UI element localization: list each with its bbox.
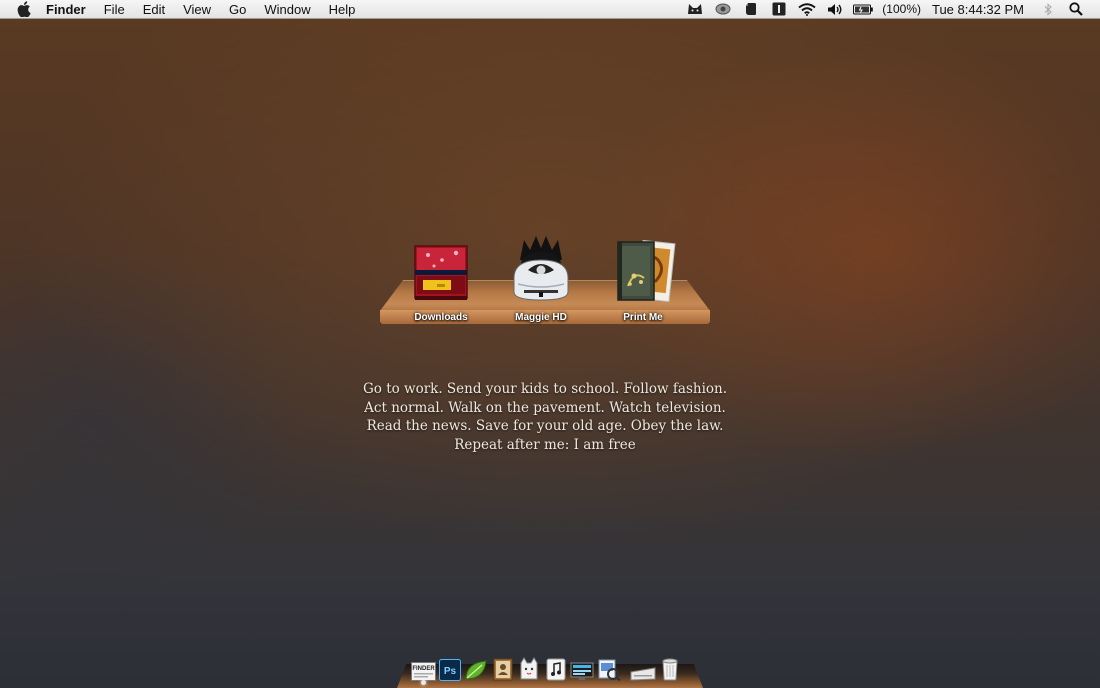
quote-line: Read the news. Save for your old age. Ob… (366, 418, 724, 435)
status-menu-area: (100%) Tue 8:44:32 PM (681, 0, 1100, 19)
volume-icon[interactable] (821, 0, 849, 19)
quote-line: Repeat after me: I am free (454, 437, 636, 454)
wifi-icon[interactable] (793, 0, 821, 19)
evernote-icon[interactable] (737, 0, 765, 19)
leaf-icon[interactable] (463, 655, 490, 681)
quote-line: Go to work. Send your kids to school. Fo… (362, 381, 727, 397)
menu-view[interactable]: View (174, 0, 220, 19)
menu-go[interactable]: Go (220, 0, 255, 19)
screen-icon[interactable] (569, 655, 596, 681)
apple-menu-icon[interactable] (14, 0, 34, 19)
desktop-item-label: Downloads (414, 312, 468, 323)
menu-file[interactable]: File (95, 0, 134, 19)
menu-clock[interactable]: Tue 8:44:32 PM (926, 2, 1034, 17)
bluetooth-icon[interactable] (1034, 0, 1062, 19)
one-password-icon[interactable] (765, 0, 793, 19)
photoshop-icon[interactable]: Ps (437, 655, 464, 681)
print-book-icon (603, 232, 683, 304)
battery-icon[interactable] (849, 0, 877, 19)
preview-icon[interactable] (596, 655, 623, 681)
menu-app-finder[interactable]: Finder (44, 0, 95, 19)
desktop-item-label: Print Me (623, 312, 663, 323)
dock-running-indicator (421, 680, 426, 685)
finder-icon[interactable]: FINDER (410, 655, 437, 681)
desktop-item-downloads[interactable]: Downloads (401, 232, 481, 323)
desktop-quote: Go to work. Send your kids to school. Fo… (330, 380, 760, 455)
menu-window[interactable]: Window (255, 0, 319, 19)
drive-icon (501, 232, 581, 304)
eye-icon[interactable] (709, 0, 737, 19)
dock: FINDER Ps (410, 651, 683, 681)
finder-icon-label: FINDER (412, 666, 435, 672)
cat-app-icon[interactable] (516, 655, 543, 681)
menu-help[interactable]: Help (320, 0, 365, 19)
downloads-box-icon (401, 232, 481, 304)
cat-icon[interactable] (681, 0, 709, 19)
menu-bar: Finder File Edit View Go Window Help (10… (0, 0, 1100, 19)
spotlight-search-icon[interactable] (1062, 0, 1090, 19)
menu-edit[interactable]: Edit (134, 0, 174, 19)
trash-icon[interactable] (657, 655, 684, 681)
itunes-icon[interactable] (543, 655, 570, 681)
address-book-icon[interactable] (490, 655, 517, 681)
desktop-item-label: Maggie HD (515, 312, 567, 323)
svg-text:Ps: Ps (444, 666, 457, 677)
desktop-item-print-me[interactable]: Print Me (603, 232, 683, 323)
battery-percent: (100%) (882, 2, 921, 16)
quote-line: Act normal. Walk on the pavement. Watch … (364, 399, 726, 416)
desktop-shelf: Downloads Maggie HD Print Me (380, 232, 710, 328)
eject-tray-icon[interactable] (630, 655, 657, 681)
desktop-item-maggie-hd[interactable]: Maggie HD (501, 232, 581, 323)
